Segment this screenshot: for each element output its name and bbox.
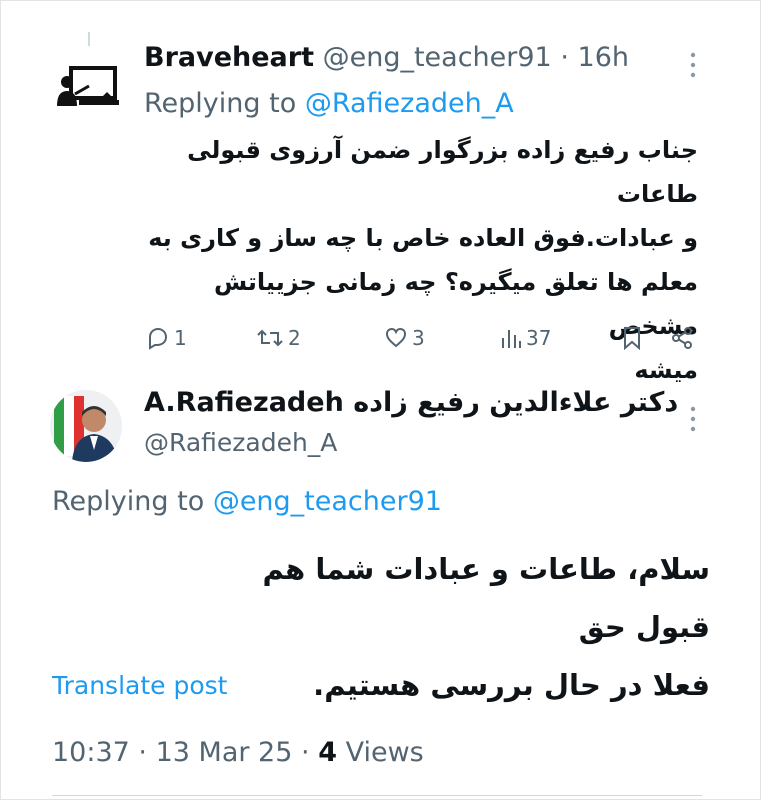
tweet2-display-name[interactable]: A.Rafiezadeh دکتر علاءالدین رفیع زاده [144, 387, 678, 418]
timestamp-separator: · [138, 737, 147, 768]
more-options-icon[interactable] [688, 50, 698, 80]
reply-button[interactable]: 1 [146, 326, 187, 350]
translate-post-link[interactable]: Translate post [52, 671, 227, 700]
divider [52, 795, 702, 796]
post-time[interactable]: 10:37 [52, 737, 130, 768]
bookmark-button[interactable] [622, 326, 642, 350]
heart-icon [384, 326, 408, 350]
share-icon [670, 326, 694, 350]
post-views-count: 4 [318, 737, 337, 768]
reply-count: 1 [174, 326, 187, 350]
repost-count: 2 [288, 326, 301, 350]
tweet1-separator: · [560, 42, 569, 73]
tweet1-handle[interactable]: @eng_teacher91 [323, 42, 552, 73]
views-count: 37 [526, 326, 552, 350]
repost-button[interactable]: 2 [256, 326, 301, 350]
tweet2-replying-to: Replying to @eng_teacher91 [52, 486, 442, 517]
views-button[interactable]: 37 [500, 326, 551, 350]
replying-to-label: Replying to [144, 88, 297, 119]
post-date[interactable]: 13 Mar 25 [156, 737, 293, 768]
tweet1-header: Braveheart @eng_teacher91 · 16h [144, 42, 629, 73]
share-button[interactable] [670, 326, 694, 350]
repost-icon [256, 326, 284, 350]
like-count: 3 [412, 326, 425, 350]
reply-bubble-icon [146, 326, 170, 350]
replying-to-mention[interactable]: @Rafiezadeh_A [305, 88, 514, 119]
tweet2-text: سلام، طاعات و عبادات شما هم قبول حق فعلا… [260, 540, 710, 714]
teacher-avatar-icon[interactable] [55, 64, 121, 108]
profile-avatar[interactable] [50, 390, 122, 462]
post-timestamp: 10:37 · 13 Mar 25 · 4 Views [52, 737, 424, 768]
post-views-label: Views [345, 737, 424, 768]
replying-to-label: Replying to [52, 486, 205, 517]
bookmark-icon [622, 326, 642, 350]
tweet2-handle[interactable]: @Rafiezadeh_A [144, 428, 337, 457]
tweet2-text-line: سلام، طاعات و عبادات شما هم قبول حق [262, 552, 710, 644]
tweet1-text-line: جناب رفیع زاده بزرگوار ضمن آرزوی قبولی ط… [187, 136, 698, 208]
tweet1-action-bar: 1 2 3 37 [140, 318, 700, 358]
tweet1-text-line: و عبادات.فوق العاده خاص با چه ساز و کاری… [148, 224, 698, 252]
like-button[interactable]: 3 [384, 326, 425, 350]
more-options-icon[interactable] [688, 404, 698, 434]
replying-to-mention[interactable]: @eng_teacher91 [213, 486, 442, 517]
timestamp-separator: · [301, 737, 310, 768]
thread-connector-line [88, 32, 90, 46]
tweet1-display-name[interactable]: Braveheart [144, 42, 314, 73]
tweet2-text-line: فعلا در حال بررسی هستیم. [313, 668, 710, 702]
tweet1-time[interactable]: 16h [578, 42, 629, 73]
tweet1-replying-to: Replying to @Rafiezadeh_A [144, 88, 514, 119]
bar-chart-icon [500, 326, 522, 350]
